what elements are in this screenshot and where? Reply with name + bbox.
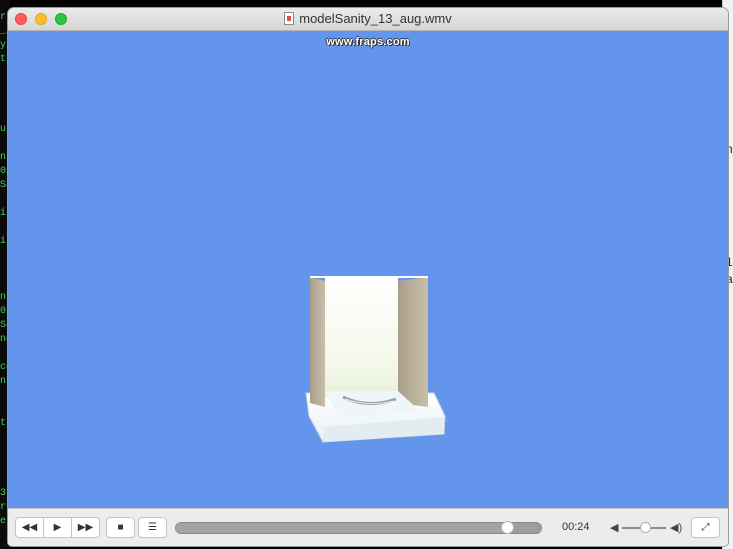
volume-slider-handle[interactable] bbox=[640, 522, 652, 533]
seek-bar[interactable] bbox=[175, 521, 542, 534]
video-area[interactable]: www.fraps.com bbox=[8, 31, 728, 508]
fullscreen-icon: ⤢ bbox=[701, 522, 710, 533]
terminal-line: t bbox=[0, 418, 7, 429]
control-bar: ◀◀ ▶ ▶▶ ■ ☰ 00:24 ◀ ◀) ⤢ bbox=[8, 508, 728, 546]
stop-button[interactable]: ■ bbox=[106, 517, 135, 538]
playlist-icon: ☰ bbox=[148, 522, 157, 533]
video-frame-render bbox=[305, 276, 446, 443]
window-title: modelSanity_13_aug.wmv bbox=[299, 11, 452, 26]
fast-forward-icon: ▶▶ bbox=[77, 522, 94, 533]
terminal-line: e bbox=[0, 516, 7, 527]
play-icon: ▶ bbox=[53, 522, 62, 533]
fullscreen-button[interactable]: ⤢ bbox=[691, 517, 720, 538]
play-button[interactable]: ▶ bbox=[43, 517, 72, 538]
rewind-button[interactable]: ◀◀ bbox=[15, 517, 44, 538]
seek-bar-handle[interactable] bbox=[501, 521, 515, 534]
volume-slider[interactable] bbox=[622, 522, 666, 533]
elapsed-time: 00:24 bbox=[562, 521, 590, 533]
volume-low-icon[interactable]: ◀ bbox=[610, 521, 618, 534]
seek-bar-progress bbox=[176, 523, 509, 533]
volume-high-icon[interactable]: ◀) bbox=[670, 521, 682, 534]
player-window: modelSanity_13_aug.wmv www.fraps.com ◀◀ … bbox=[8, 8, 728, 546]
rewind-icon: ◀◀ bbox=[21, 522, 38, 533]
terminal-line: t bbox=[0, 54, 7, 65]
window-title-group: modelSanity_13_aug.wmv bbox=[8, 11, 728, 26]
terminal-line: r bbox=[0, 502, 7, 513]
balance-model bbox=[305, 276, 446, 443]
fast-forward-button[interactable]: ▶▶ bbox=[71, 517, 100, 538]
video-file-icon bbox=[284, 12, 295, 25]
terminal-line: i bbox=[0, 236, 7, 247]
title-bar[interactable]: modelSanity_13_aug.wmv bbox=[8, 8, 728, 31]
stop-icon: ■ bbox=[117, 522, 124, 533]
terminal-line: i bbox=[0, 208, 7, 219]
terminal-line: r bbox=[0, 12, 7, 23]
playlist-button[interactable]: ☰ bbox=[138, 517, 167, 538]
terminal-line: y bbox=[0, 40, 7, 51]
